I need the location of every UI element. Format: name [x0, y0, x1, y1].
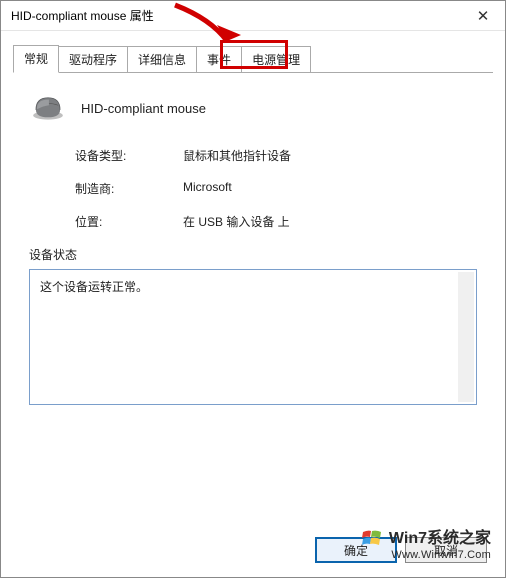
prop-row-manufacturer: 制造商: Microsoft	[75, 180, 483, 197]
tab-events[interactable]: 事件	[196, 46, 242, 73]
device-properties: 设备类型: 鼠标和其他指针设备 制造商: Microsoft 位置: 在 USB…	[75, 147, 483, 230]
status-scrollbar[interactable]	[458, 272, 474, 402]
tab-details[interactable]: 详细信息	[127, 46, 197, 73]
tab-driver[interactable]: 驱动程序	[58, 46, 128, 73]
ok-button[interactable]: 确定	[315, 537, 397, 563]
mouse-icon	[29, 95, 67, 121]
prop-value-type: 鼠标和其他指针设备	[183, 147, 291, 164]
prop-label-type: 设备类型:	[75, 147, 183, 164]
cancel-button[interactable]: 取消	[405, 537, 487, 563]
prop-value-location: 在 USB 输入设备 上	[183, 213, 290, 230]
close-button[interactable]: ✕	[461, 1, 505, 31]
prop-row-location: 位置: 在 USB 输入设备 上	[75, 213, 483, 230]
tab-content-general: HID-compliant mouse 设备类型: 鼠标和其他指针设备 制造商:…	[1, 73, 505, 415]
device-name: HID-compliant mouse	[81, 101, 206, 116]
tab-underline	[13, 72, 493, 73]
device-status-textbox[interactable]: 这个设备运转正常。	[29, 269, 477, 405]
tab-power-management[interactable]: 电源管理	[241, 46, 311, 73]
window-title: HID-compliant mouse 属性	[11, 7, 154, 24]
dialog-buttons: 确定 取消	[315, 537, 487, 563]
device-status-text: 这个设备运转正常。	[40, 280, 148, 294]
prop-value-manufacturer: Microsoft	[183, 180, 232, 197]
prop-label-location: 位置:	[75, 213, 183, 230]
tab-strip: 常规 驱动程序 详细信息 事件 电源管理	[1, 31, 505, 73]
properties-dialog: HID-compliant mouse 属性 ✕ 常规 驱动程序 详细信息 事件…	[0, 0, 506, 578]
prop-row-type: 设备类型: 鼠标和其他指针设备	[75, 147, 483, 164]
device-header: HID-compliant mouse	[29, 95, 483, 121]
device-status-label: 设备状态	[29, 246, 483, 263]
tab-general[interactable]: 常规	[13, 45, 59, 73]
prop-label-manufacturer: 制造商:	[75, 180, 183, 197]
title-bar: HID-compliant mouse 属性 ✕	[1, 1, 505, 31]
